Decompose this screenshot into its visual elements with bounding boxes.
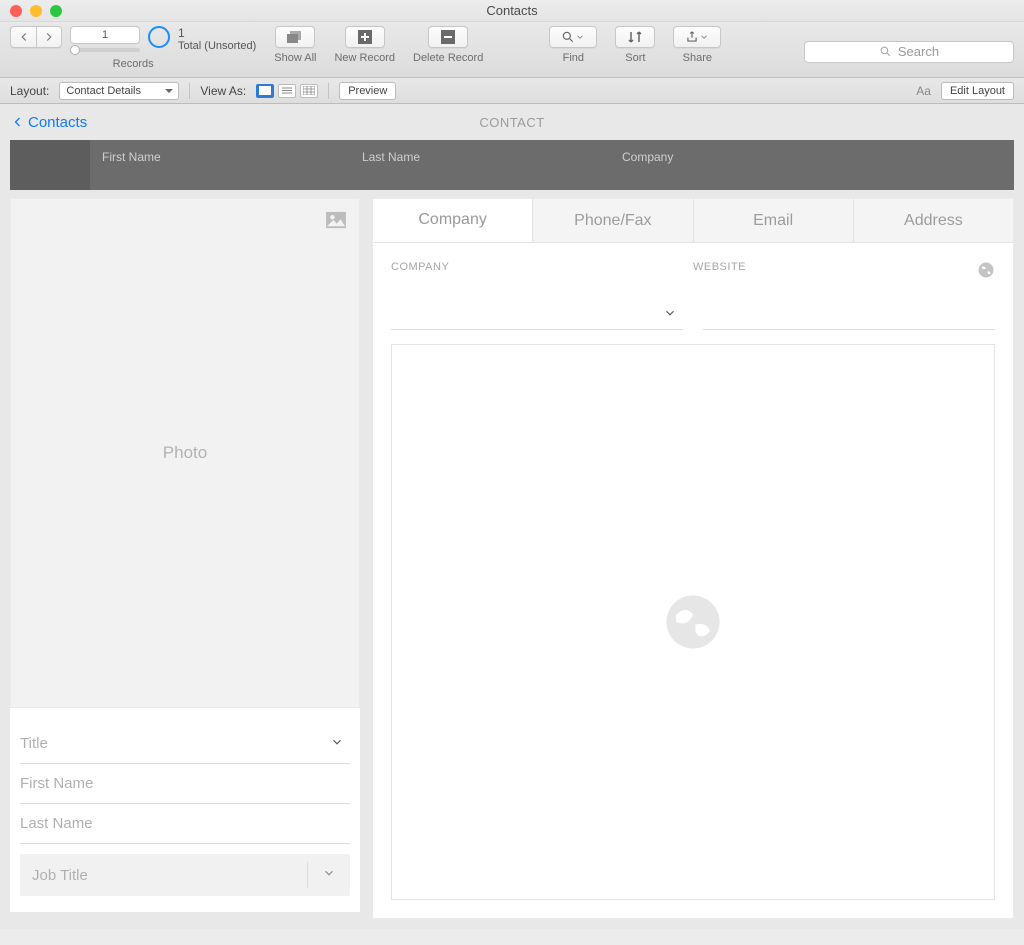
last-name-placeholder: Last Name xyxy=(20,815,93,832)
view-list-button[interactable] xyxy=(278,84,296,98)
tab-company-body: COMPANY WEBSITE xyxy=(373,243,1013,918)
image-icon xyxy=(325,211,347,234)
record-count: 1 xyxy=(178,26,256,40)
tab-address-label: Address xyxy=(904,212,963,230)
header-last-name: Last Name xyxy=(350,150,610,164)
table-header-row: First Name Last Name Company xyxy=(10,140,1014,190)
header-company: Company xyxy=(610,150,1014,164)
header-photo-cell xyxy=(10,140,90,190)
photo-field[interactable]: Photo xyxy=(10,198,360,708)
sort-button[interactable] xyxy=(615,26,655,48)
delete-record-button[interactable] xyxy=(428,26,468,48)
chevron-down-icon xyxy=(575,32,585,42)
tab-email-label: Email xyxy=(753,212,793,230)
tab-phone-label: Phone/Fax xyxy=(574,212,651,230)
chevron-right-icon xyxy=(42,30,56,44)
toolbar: 1 1 Total (Unsorted) Records Show All Ne… xyxy=(0,22,1024,78)
record-index: 1 xyxy=(102,29,108,41)
main-content: First Name Last Name Company Photo Title xyxy=(0,140,1024,929)
records-label: Records xyxy=(113,58,154,70)
layout-label: Layout: xyxy=(10,84,49,98)
chevron-down-icon xyxy=(330,735,344,753)
plus-icon xyxy=(358,30,372,44)
form-view-icon xyxy=(259,86,271,95)
globe-placeholder-icon xyxy=(664,593,722,651)
find-label: Find xyxy=(563,52,584,64)
next-record-button[interactable] xyxy=(36,26,62,48)
tab-company-label: Company xyxy=(418,211,486,229)
layout-bar: Layout: Contact Details View As: Preview… xyxy=(0,78,1024,104)
website-field-label: WEBSITE xyxy=(693,261,746,282)
first-name-placeholder: First Name xyxy=(20,775,93,792)
globe-icon[interactable] xyxy=(977,261,995,282)
chevron-down-icon xyxy=(699,32,709,42)
view-form-button[interactable] xyxy=(256,84,274,98)
edit-layout-button[interactable]: Edit Layout xyxy=(941,82,1014,100)
title-field[interactable]: Title xyxy=(20,724,350,764)
chevron-down-icon xyxy=(663,306,677,323)
tab-phone[interactable]: Phone/Fax xyxy=(533,199,693,242)
delete-record-label: Delete Record xyxy=(413,52,483,64)
photo-label: Photo xyxy=(163,443,207,463)
tab-address[interactable]: Address xyxy=(854,199,1013,242)
found-set-pie-icon[interactable] xyxy=(148,26,170,48)
layout-select[interactable]: Contact Details xyxy=(59,82,179,100)
table-view-icon xyxy=(303,86,315,95)
sort-icon xyxy=(627,30,643,44)
last-name-field[interactable]: Last Name xyxy=(20,804,350,844)
job-title-field[interactable]: Job Title xyxy=(20,854,350,896)
layout-value: Contact Details xyxy=(66,85,141,97)
prev-record-button[interactable] xyxy=(10,26,36,48)
detail-tabs: Company Phone/Fax Email Address xyxy=(373,199,1013,243)
tab-company[interactable]: Company xyxy=(373,199,533,242)
header-first-name: First Name xyxy=(90,150,350,164)
text-format-button[interactable]: Aa xyxy=(916,84,931,98)
website-field[interactable] xyxy=(703,302,995,330)
company-field[interactable] xyxy=(391,302,683,330)
show-all-label: Show All xyxy=(274,52,316,64)
chevron-left-icon xyxy=(17,30,31,44)
record-slider[interactable]: 1 xyxy=(70,26,140,52)
first-name-field[interactable]: First Name xyxy=(20,764,350,804)
preview-label: Preview xyxy=(348,85,387,97)
view-table-button[interactable] xyxy=(300,84,318,98)
chevron-down-icon xyxy=(322,866,336,884)
find-button[interactable] xyxy=(549,26,597,48)
record-totals: 1 Total (Unsorted) xyxy=(178,26,256,54)
window-title: Contacts xyxy=(0,3,1024,18)
search-icon xyxy=(561,30,575,44)
web-viewer[interactable] xyxy=(391,344,995,900)
right-column: Company Phone/Fax Email Address COMPANY … xyxy=(372,198,1014,919)
breadcrumb: Contacts CONTACT xyxy=(0,104,1024,140)
share-label: Share xyxy=(683,52,712,64)
search-icon xyxy=(879,45,892,58)
search-placeholder: Search xyxy=(898,44,939,59)
show-all-button[interactable] xyxy=(275,26,315,48)
preview-button[interactable]: Preview xyxy=(339,82,396,100)
title-placeholder: Title xyxy=(20,735,48,752)
minus-icon xyxy=(441,30,455,44)
records-group: 1 1 Total (Unsorted) Records xyxy=(10,26,256,70)
share-icon xyxy=(685,30,699,44)
edit-layout-label: Edit Layout xyxy=(950,85,1005,97)
sort-label: Sort xyxy=(625,52,645,64)
record-status: Total (Unsorted) xyxy=(178,40,256,53)
search-input[interactable]: Search xyxy=(804,41,1014,63)
left-column: Photo Title First Name Last Name Job Tit… xyxy=(10,198,360,919)
share-button[interactable] xyxy=(673,26,721,48)
new-record-button[interactable] xyxy=(345,26,385,48)
new-record-label: New Record xyxy=(334,52,395,64)
tab-email[interactable]: Email xyxy=(694,199,854,242)
job-title-placeholder: Job Title xyxy=(32,867,88,884)
stack-icon xyxy=(286,30,304,44)
company-field-label: COMPANY xyxy=(391,261,693,282)
titlebar: Contacts xyxy=(0,0,1024,22)
list-view-icon xyxy=(281,86,293,95)
page-title: CONTACT xyxy=(0,115,1024,130)
view-as-label: View As: xyxy=(200,84,246,98)
